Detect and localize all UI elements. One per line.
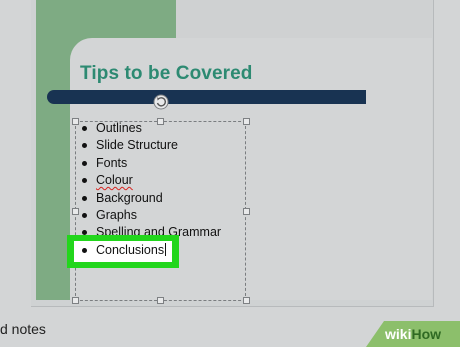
bullet-text: Outlines <box>96 121 142 135</box>
title-accent-bar <box>47 90 366 104</box>
bullet-text: Slide Structure <box>96 138 178 153</box>
highlighted-bullet-item[interactable]: Conclusions <box>80 242 167 259</box>
resize-handle-bottom-right[interactable] <box>243 297 250 304</box>
bullet-dot <box>82 195 87 201</box>
bullet-text: Background <box>96 190 163 205</box>
bullet-text-misspelled: Colour <box>96 173 133 188</box>
bullet-dot <box>82 178 87 184</box>
resize-handle-top-left[interactable] <box>72 118 79 125</box>
resize-handle-middle-left[interactable] <box>72 208 79 215</box>
bullet-list[interactable]: Outlines Slide Structure Fonts Colour Ba… <box>80 120 221 242</box>
resize-handle-bottom-middle[interactable] <box>157 297 164 304</box>
bullet-dot <box>82 143 87 149</box>
bullet-item[interactable]: Colour <box>80 172 221 189</box>
bullet-item[interactable]: Fonts <box>80 155 221 172</box>
bullet-dot <box>82 126 87 131</box>
bullet-dot <box>82 248 87 253</box>
resize-handle-top-right[interactable] <box>243 118 250 125</box>
bullet-dot <box>82 160 87 166</box>
watermark-how: How <box>411 326 442 342</box>
slide-title[interactable]: Tips to be Covered <box>80 63 253 85</box>
bullet-text: Graphs <box>96 207 137 222</box>
bullet-item[interactable]: Graphs <box>80 207 221 224</box>
notes-pane-label[interactable]: d notes <box>0 321 46 337</box>
bullet-item[interactable]: Slide Structure <box>80 137 221 154</box>
resize-handle-bottom-left[interactable] <box>72 297 79 304</box>
bullet-dot <box>82 212 87 218</box>
resize-handle-middle-right[interactable] <box>243 208 250 215</box>
bullet-text: Fonts <box>96 155 128 170</box>
watermark-wiki: wiki <box>385 326 412 342</box>
text-cursor <box>165 243 167 256</box>
bullet-item[interactable]: Background <box>80 190 221 207</box>
rotate-icon[interactable] <box>153 94 169 110</box>
bullet-item[interactable]: Outlines <box>80 120 221 137</box>
watermark-logo: wikiHow <box>385 326 441 342</box>
highlighted-bullet-text: Conclusions <box>96 243 165 257</box>
